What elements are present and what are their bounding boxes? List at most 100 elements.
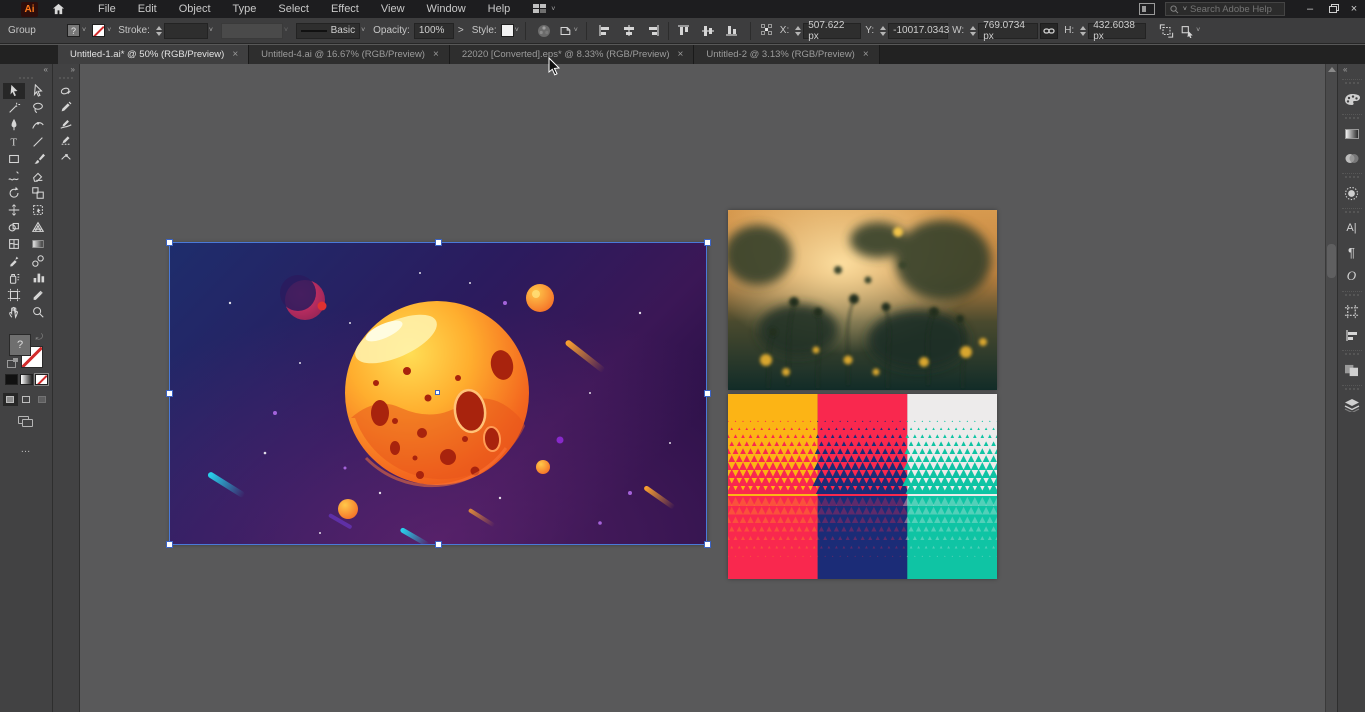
- menu-file[interactable]: File: [87, 1, 127, 17]
- tool-column-graph[interactable]: [27, 270, 49, 286]
- reference-point-locator[interactable]: [761, 24, 772, 38]
- tool-hand[interactable]: [3, 304, 25, 320]
- tool-selection[interactable]: [3, 83, 25, 99]
- tab-close-icon[interactable]: ×: [232, 49, 238, 60]
- canvas[interactable]: [80, 64, 1325, 712]
- align-panel-icon[interactable]: [1340, 324, 1364, 346]
- menu-object[interactable]: Object: [168, 1, 222, 17]
- tab-22020-converted[interactable]: 22020 [Converted].eps* @ 8.33% (RGB/Prev…: [450, 45, 695, 64]
- selection-handle-s[interactable]: [435, 541, 442, 548]
- menu-select[interactable]: Select: [267, 1, 320, 17]
- flower-photo[interactable]: [728, 210, 997, 390]
- selection-handle-n[interactable]: [435, 239, 442, 246]
- tab-untitled-1[interactable]: Untitled-1.ai* @ 50% (RGB/Preview)×: [58, 45, 249, 64]
- close-button[interactable]: ×: [1343, 0, 1365, 18]
- fill-color-control[interactable]: ? ˅: [67, 24, 86, 37]
- tool-artboard[interactable]: [3, 287, 25, 303]
- draw-normal-button[interactable]: [3, 393, 18, 406]
- stroke-weight-stepper[interactable]: [156, 26, 162, 36]
- opacity-field[interactable]: 100%: [414, 23, 454, 39]
- selection-handle-nw[interactable]: [166, 239, 173, 246]
- tool-shape-builder[interactable]: [3, 219, 25, 235]
- align-center-icon[interactable]: [619, 22, 639, 40]
- align-left-icon[interactable]: [595, 22, 615, 40]
- drawer-expand-icon[interactable]: »: [53, 64, 79, 76]
- stroke-weight-field[interactable]: [164, 23, 208, 39]
- pathfinder-panel-icon[interactable]: [1340, 359, 1364, 381]
- tab-untitled-2[interactable]: Untitled-2 @ 3.13% (RGB/Preview)×: [694, 45, 879, 64]
- shape-properties-icon[interactable]: ˅: [558, 22, 578, 40]
- align-right-icon[interactable]: [643, 22, 663, 40]
- draw-behind-button[interactable]: [19, 393, 34, 406]
- arrange-documents-icon[interactable]: [1139, 3, 1155, 15]
- selection-handle-se[interactable]: [704, 541, 711, 548]
- layers-panel-icon[interactable]: [1340, 394, 1364, 416]
- search-input[interactable]: [1190, 4, 1280, 15]
- tool-type[interactable]: T: [3, 134, 25, 150]
- drawer-tool-pencil[interactable]: [54, 99, 78, 115]
- paragraph-panel-icon[interactable]: ¶: [1340, 241, 1364, 263]
- tool-width[interactable]: [3, 202, 25, 218]
- none-button[interactable]: [35, 374, 48, 385]
- gradient-panel-icon[interactable]: [1340, 123, 1364, 145]
- select-similar-objects-icon[interactable]: ˅: [1180, 22, 1200, 40]
- tool-rectangle[interactable]: [3, 151, 25, 167]
- selection-handle-w[interactable]: [166, 390, 173, 397]
- color-button[interactable]: [5, 374, 18, 385]
- help-search[interactable]: ˅: [1165, 2, 1285, 16]
- tab-close-icon[interactable]: ×: [863, 49, 869, 60]
- draw-inside-button[interactable]: [35, 393, 50, 406]
- tool-line-segment[interactable]: [27, 134, 49, 150]
- minimize-button[interactable]: –: [1299, 0, 1321, 18]
- tool-scale[interactable]: [27, 185, 49, 201]
- tool-eraser[interactable]: [27, 168, 49, 184]
- tool-rotate[interactable]: [3, 185, 25, 201]
- scroll-up-icon[interactable]: [1328, 67, 1336, 72]
- artboards-panel-icon[interactable]: [1340, 300, 1364, 322]
- tool-pen[interactable]: [3, 117, 25, 133]
- align-bottom-icon[interactable]: [722, 22, 742, 40]
- tab-close-icon[interactable]: ×: [678, 49, 684, 60]
- adobe-illustrator-logo[interactable]: Ai: [21, 2, 38, 17]
- menu-view[interactable]: View: [370, 1, 416, 17]
- tool-paintbrush[interactable]: [27, 151, 49, 167]
- align-middle-icon[interactable]: [698, 22, 718, 40]
- vertical-scrollbar[interactable]: [1325, 64, 1337, 712]
- default-fill-stroke-icon[interactable]: [7, 360, 16, 368]
- tool-zoom[interactable]: [27, 304, 49, 320]
- selection-handle-ne[interactable]: [704, 239, 711, 246]
- drawer-tool-smooth[interactable]: [54, 115, 78, 131]
- fill-proxy[interactable]: ?: [9, 334, 31, 356]
- color-panel-icon[interactable]: [1340, 88, 1364, 110]
- tool-lasso[interactable]: [27, 100, 49, 116]
- h-field[interactable]: 432.6038 px: [1088, 23, 1146, 39]
- selection-handle-e[interactable]: [704, 390, 711, 397]
- x-field[interactable]: 507.622 px: [803, 23, 861, 39]
- appearance-panel-icon[interactable]: [1340, 182, 1364, 204]
- edit-toolbar-icon[interactable]: …: [21, 444, 32, 455]
- selection-handle-sw[interactable]: [166, 541, 173, 548]
- isolate-object-icon[interactable]: [1156, 22, 1176, 40]
- w-field[interactable]: 769.0734 px: [978, 23, 1038, 39]
- workspace-switcher-icon[interactable]: ˅: [533, 4, 555, 14]
- align-top-icon[interactable]: [674, 22, 694, 40]
- drawer-tool-shaper[interactable]: [54, 83, 78, 99]
- menu-help[interactable]: Help: [477, 1, 522, 17]
- tool-slice[interactable]: [27, 287, 49, 303]
- rail-collapse-icon[interactable]: «: [1338, 64, 1365, 76]
- restore-button[interactable]: [1321, 0, 1343, 18]
- menu-edit[interactable]: Edit: [127, 1, 168, 17]
- tab-close-icon[interactable]: ×: [433, 49, 439, 60]
- h-stepper[interactable]: [1080, 26, 1086, 36]
- opentype-panel-icon[interactable]: O: [1340, 265, 1364, 287]
- transparency-panel-icon[interactable]: [1340, 147, 1364, 169]
- tool-direct-selection[interactable]: [27, 83, 49, 99]
- gradient-button[interactable]: [20, 374, 33, 385]
- x-stepper[interactable]: [795, 26, 801, 36]
- tool-perspective-grid[interactable]: [27, 219, 49, 235]
- tool-blend[interactable]: [27, 253, 49, 269]
- tool-gradient[interactable]: [27, 236, 49, 252]
- tool-magic-wand[interactable]: [3, 100, 25, 116]
- toolbar-grip[interactable]: [15, 77, 37, 80]
- character-panel-icon[interactable]: A|: [1340, 217, 1364, 239]
